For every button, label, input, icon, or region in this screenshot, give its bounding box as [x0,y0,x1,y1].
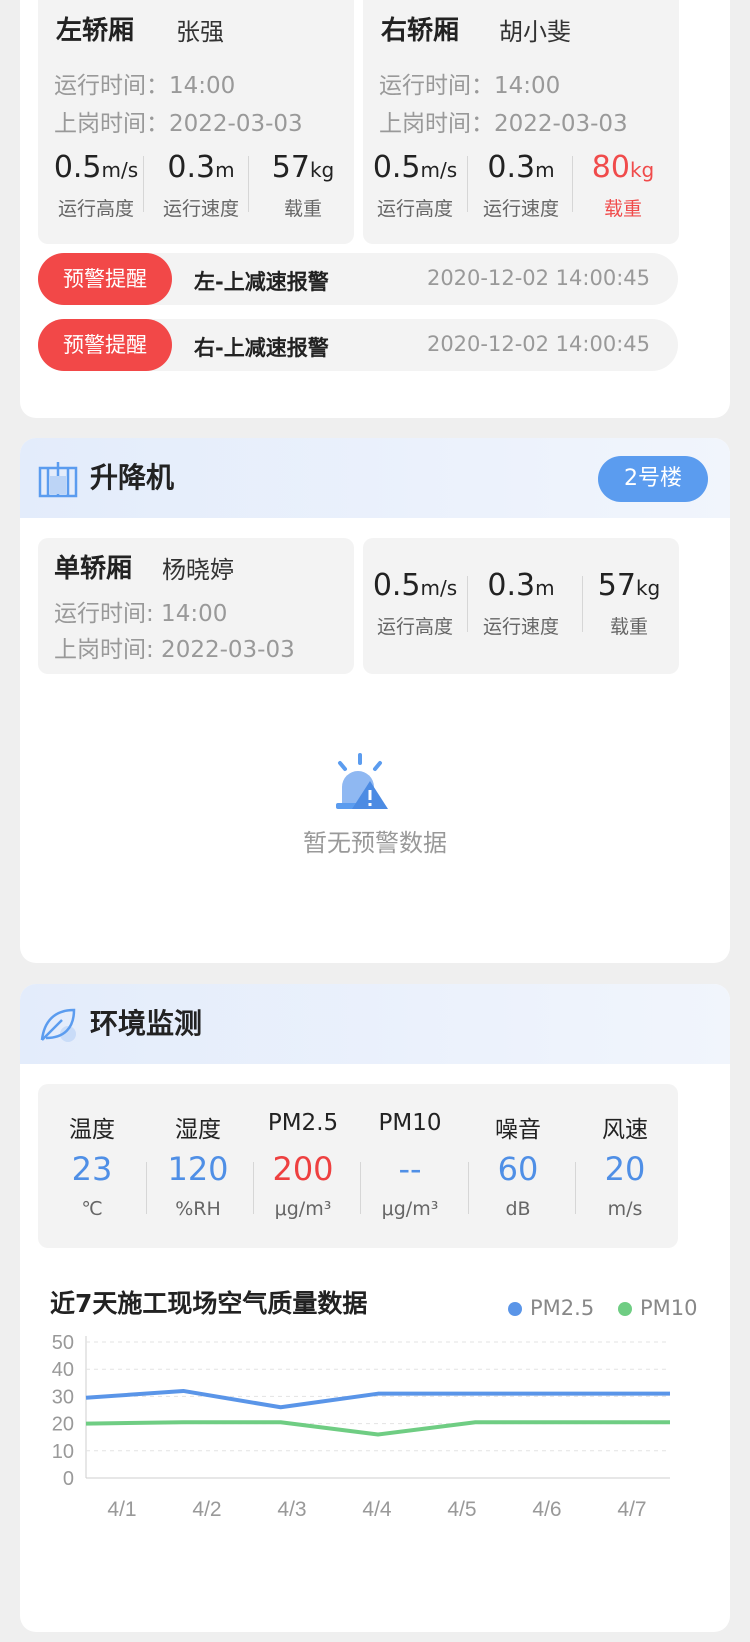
run-time: 运行时间：14:00 [379,73,561,99]
cab-name: 左轿厢 [56,16,135,46]
right-cab-panel: 右轿厢 胡小斐 运行时间：14:00 上岗时间：2022-03-03 0.5m/… [363,0,679,244]
cab-person: 杨晓婷 [162,556,234,584]
metric-height: 0.5m/s 运行高度 [53,150,139,220]
x-tick-label: 4/6 [532,1498,561,1521]
leaf-icon [40,1008,76,1042]
env-value: 23 [71,1150,113,1188]
cab-person: 张强 [176,18,224,46]
metric-height: 0.5m/s 运行高度 [372,568,458,638]
card-header: 升降机 2号楼 [20,438,730,518]
metric-speed: 0.3m 运行速度 [482,150,559,220]
legend-dot [508,1302,522,1316]
env-value: 60 [497,1150,539,1188]
x-tick-label: 4/5 [447,1498,476,1521]
y-tick-label: 10 [52,1441,74,1463]
alert-row[interactable]: 预警提醒 右-上减速报警 2020-12-02 14:00:45 [38,319,678,371]
metric-height: 0.5m/s 运行高度 [372,150,458,220]
run-time: 运行时间: 14:00 [54,601,228,627]
legend-dot [618,1302,632,1316]
card-header: 环境监测 [20,984,730,1064]
elevator-icon [38,462,78,498]
alert-time: 2020-12-02 14:00:45 [426,332,650,356]
cab-person: 胡小斐 [499,18,571,46]
alert-text: 右-上减速报警 [194,336,329,360]
env-unit: dB [505,1198,531,1220]
divider [143,156,144,212]
divider [467,156,468,212]
env-label: 温度 [69,1117,115,1143]
divider [467,576,468,632]
legend-pm25: PM2.5 [508,1296,594,1320]
duty-time: 上岗时间：2022-03-03 [54,111,303,137]
crane-card: 左轿厢 张强 运行时间：14:00 上岗时间：2022-03-03 0.5m/s… [20,0,730,418]
legend-pm10: PM10 [618,1296,698,1320]
env-unit: ℃ [81,1198,103,1220]
environment-card: 环境监测 温度 23 ℃ 湿度 120 %RH PM2.5 200 μg/m³ … [20,984,730,1632]
building-selector[interactable]: 2号楼 [598,456,708,502]
card-title: 环境监测 [90,1007,203,1040]
warning-tag: 预警提醒 [38,319,172,371]
env-unit: %RH [175,1198,221,1220]
run-time: 运行时间：14:00 [54,73,236,99]
elevator-card: 升降机 2号楼 单轿厢 杨晓婷 运行时间: 14:00 上岗时间: 2022-0… [20,438,730,963]
y-tick-label: 20 [52,1414,74,1436]
x-tick-label: 4/3 [277,1498,306,1521]
env-value: 20 [604,1150,646,1188]
env-label: PM10 [378,1110,442,1136]
metric-load: 80kg 载重 [591,150,655,220]
alarm-warning-icon [336,753,388,809]
x-tick-label: 4/7 [617,1498,646,1521]
cab-name: 单轿厢 [54,554,133,584]
env-label: 风速 [602,1117,648,1143]
divider [248,156,249,212]
cab-name: 右轿厢 [381,16,460,46]
env-value: -- [398,1150,422,1188]
y-tick-label: 0 [63,1468,74,1490]
empty-state-text: 暂无预警数据 [303,829,447,857]
series-line-pm25 [85,1388,670,1410]
x-tick-label: 4/2 [192,1498,221,1521]
card-title: 升降机 [90,461,175,494]
x-tick-label: 4/4 [362,1498,392,1521]
warning-tag: 预警提醒 [38,253,172,305]
y-tick-label: 40 [52,1359,74,1381]
env-label: PM2.5 [267,1110,339,1136]
metric-load: 57kg 载重 [271,150,335,220]
metric-speed: 0.3m 运行速度 [162,150,239,220]
x-tick-label: 4/1 [107,1498,136,1521]
env-metrics-panel: 温度 23 ℃ 湿度 120 %RH PM2.5 200 μg/m³ PM10 … [38,1084,678,1248]
elevator-metrics-panel: 0.5m/s 运行高度 0.3m 运行速度 57kg 载重 [363,538,679,674]
env-label: 噪音 [495,1117,541,1143]
alert-text: 左-上减速报警 [194,270,329,294]
y-tick-label: 50 [52,1332,74,1354]
chart-title: 近7天施工现场空气质量数据 [50,1289,368,1318]
single-cab-panel: 单轿厢 杨晓婷 运行时间: 14:00 上岗时间: 2022-03-03 [38,538,354,674]
duty-time: 上岗时间：2022-03-03 [379,111,628,137]
env-value: 120 [167,1150,229,1188]
duty-time: 上岗时间: 2022-03-03 [54,637,295,663]
y-tick-label: 30 [52,1386,74,1408]
left-cab-panel: 左轿厢 张强 运行时间：14:00 上岗时间：2022-03-03 0.5m/s… [38,0,354,244]
env-label: 湿度 [175,1117,221,1143]
air-quality-line-chart: 0 10 20 30 40 50 4/1 4/2 4/3 4/4 4/5 4/6 4/7 [52,1332,670,1521]
metric-load: 57kg 载重 [597,568,661,638]
env-unit: m/s [607,1198,643,1220]
env-value: 200 [272,1150,334,1188]
metric-speed: 0.3m 运行速度 [482,568,559,638]
alert-row[interactable]: 预警提醒 左-上减速报警 2020-12-02 14:00:45 [38,253,678,305]
env-unit: μg/m³ [381,1198,439,1220]
env-unit: μg/m³ [274,1198,332,1220]
alert-time: 2020-12-02 14:00:45 [426,266,650,290]
